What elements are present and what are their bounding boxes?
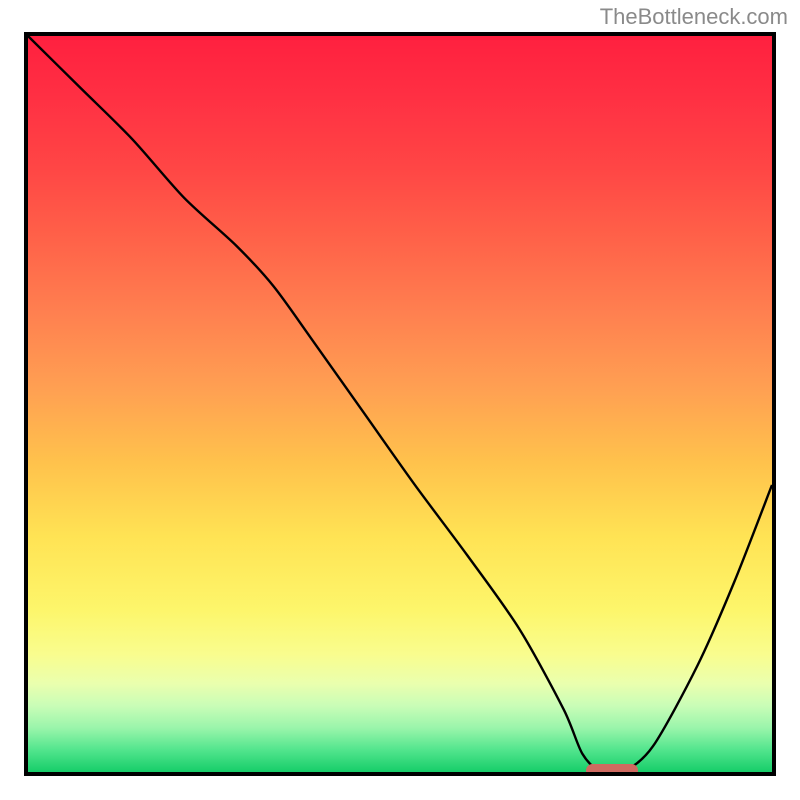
chart-curve (28, 36, 772, 772)
watermark: TheBottleneck.com (600, 4, 788, 30)
chart-plot-area (28, 36, 772, 772)
chart-frame (24, 32, 776, 776)
chart-optimum-marker (586, 764, 638, 772)
